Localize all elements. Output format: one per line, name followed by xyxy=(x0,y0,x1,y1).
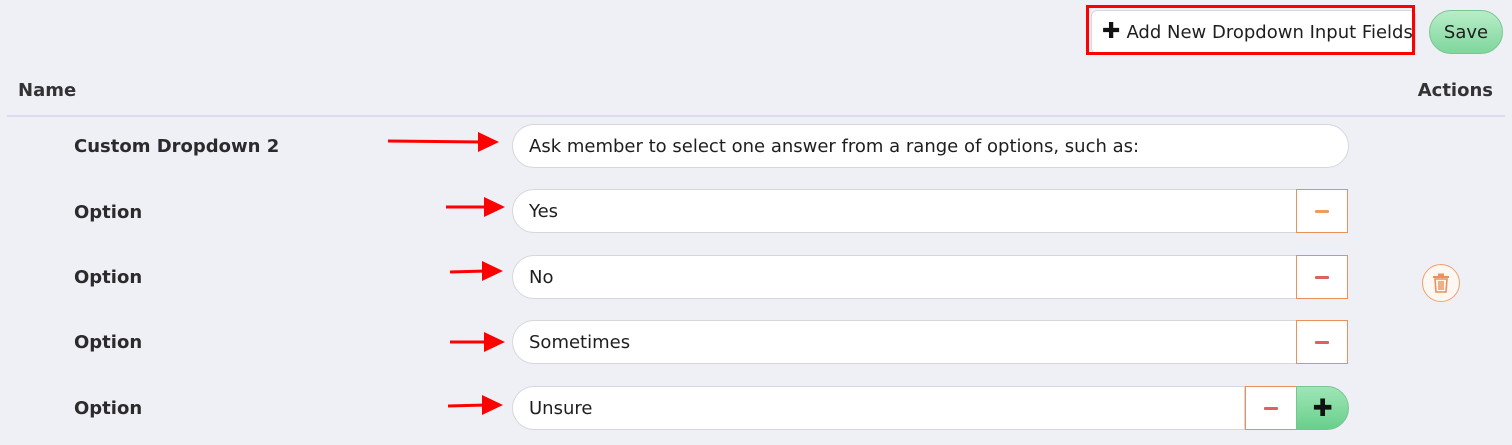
minus-icon xyxy=(1264,406,1278,410)
delete-dropdown-button[interactable] xyxy=(1422,264,1460,302)
remove-option-button-2[interactable] xyxy=(1296,255,1348,299)
trash-icon xyxy=(1433,273,1449,293)
option-input-1[interactable]: Yes xyxy=(512,189,1297,233)
option-label: Option xyxy=(74,398,143,419)
minus-icon xyxy=(1315,275,1329,279)
plus-icon: ✚ xyxy=(1312,394,1333,422)
remove-option-button-1[interactable] xyxy=(1296,189,1348,233)
minus-icon xyxy=(1315,340,1329,344)
option-input-4[interactable]: Unsure xyxy=(512,386,1245,430)
save-button[interactable]: Save xyxy=(1429,10,1503,54)
highlight-box xyxy=(1086,5,1415,55)
red-arrow-icon xyxy=(449,261,503,281)
red-arrow-icon xyxy=(447,395,503,415)
dropdown-name-label: Custom Dropdown 2 xyxy=(74,136,280,157)
remove-option-button-4[interactable] xyxy=(1245,386,1297,430)
option-input-2[interactable]: No xyxy=(512,255,1297,299)
option-label: Option xyxy=(74,332,143,353)
column-header-actions: Actions xyxy=(1417,80,1493,101)
option-label: Option xyxy=(74,202,143,223)
red-arrow-icon xyxy=(446,197,505,217)
remove-option-button-3[interactable] xyxy=(1296,320,1348,364)
red-arrow-icon xyxy=(450,332,505,352)
option-input-3[interactable]: Sometimes xyxy=(512,320,1297,364)
header-divider xyxy=(7,115,1505,117)
option-label: Option xyxy=(74,267,143,288)
column-header-name: Name xyxy=(18,80,77,101)
minus-icon xyxy=(1315,209,1329,213)
question-input[interactable]: Ask member to select one answer from a r… xyxy=(512,124,1349,168)
red-arrow-icon xyxy=(387,132,499,152)
add-option-button[interactable]: ✚ xyxy=(1296,386,1349,430)
